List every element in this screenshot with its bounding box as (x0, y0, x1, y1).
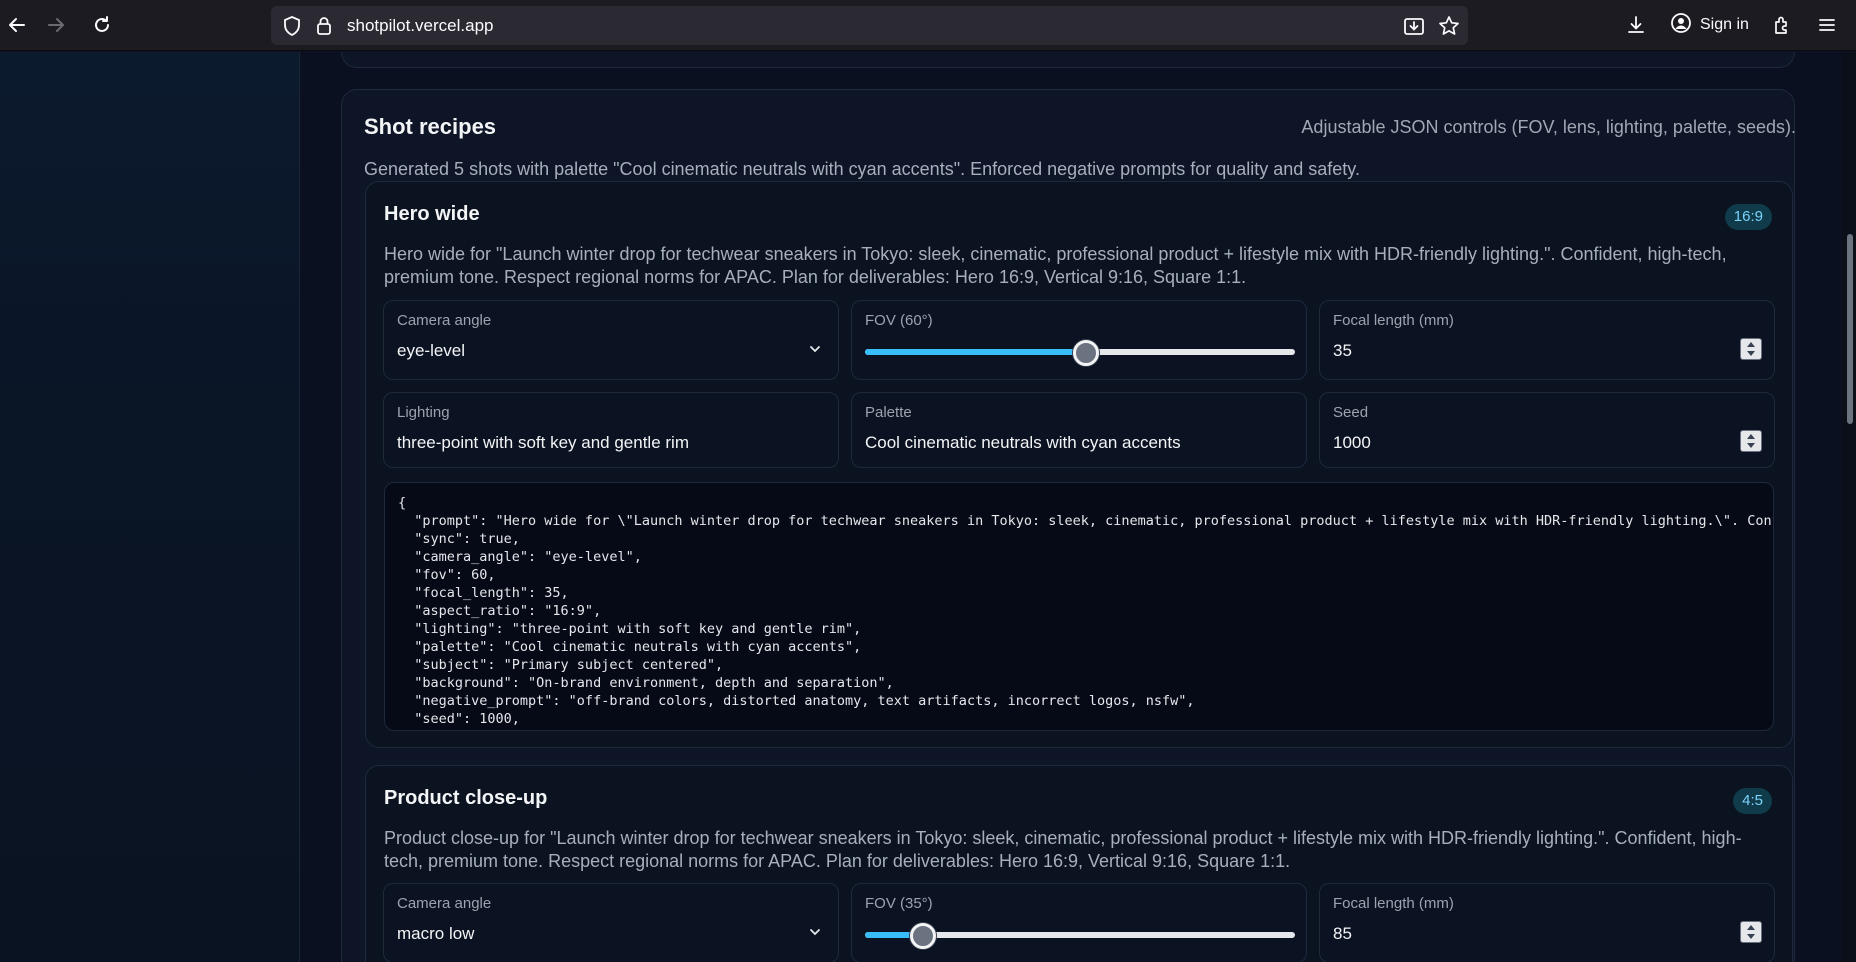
focal-length-label: Focal length (mm) (1333, 312, 1454, 329)
shield-icon[interactable] (279, 13, 305, 39)
extensions-icon[interactable] (1765, 8, 1799, 42)
url-text[interactable]: shotpilot.vercel.app (347, 6, 493, 45)
lighting-value: three-point with soft key and gentle rim (397, 433, 689, 452)
lighting-label: Lighting (397, 404, 450, 421)
back-icon[interactable] (0, 8, 34, 42)
seed-input[interactable]: Seed 1000 (1319, 392, 1775, 468)
sidebar (0, 52, 300, 962)
lighting-field[interactable]: Lighting three-point with soft key and g… (383, 392, 839, 468)
download-icon[interactable] (1619, 8, 1653, 42)
shot-card: Product close-up 4:5 Product close-up fo… (365, 765, 1793, 962)
sign-in-label: Sign in (1700, 16, 1749, 33)
shot-card: Hero wide 16:9 Hero wide for "Launch win… (365, 181, 1793, 748)
save-page-icon[interactable] (1401, 13, 1427, 39)
seed-value: 1000 (1333, 433, 1371, 452)
seed-stepper[interactable] (1740, 430, 1762, 452)
focal-length-stepper[interactable] (1740, 921, 1762, 943)
focal-length-label: Focal length (mm) (1333, 895, 1454, 912)
shot-description: Product close-up for "Launch winter drop… (384, 828, 1742, 871)
star-icon[interactable] (1436, 13, 1462, 39)
shot-description: Hero wide for "Launch winter drop for te… (384, 244, 1727, 287)
json-editor[interactable]: { "prompt": "Hero wide for \"Launch wint… (384, 482, 1774, 731)
chevron-down-icon (810, 929, 820, 936)
focal-length-input[interactable]: Focal length (mm) 35 (1319, 300, 1775, 380)
account-icon (1670, 12, 1692, 39)
palette-label: Palette (865, 404, 912, 421)
fov-slider-fill (865, 349, 1087, 355)
camera-angle-value: eye-level (397, 341, 466, 360)
fov-slider-field: FOV (60°) (851, 300, 1307, 380)
address-bar[interactable]: shotpilot.vercel.app (271, 6, 1468, 45)
aspect-ratio-badge: 4:5 (1733, 788, 1772, 814)
sign-in-button[interactable]: Sign in (1664, 7, 1759, 43)
lock-icon[interactable] (311, 13, 337, 39)
aspect-ratio-badge: 16:9 (1724, 204, 1772, 230)
palette-value: Cool cinematic neutrals with cyan accent… (865, 433, 1181, 452)
reload-icon[interactable] (85, 8, 119, 42)
forward-icon[interactable] (39, 8, 73, 42)
panel-description: Generated 5 shots with palette "Cool cin… (364, 159, 1360, 179)
fov-slider-field: FOV (35°) (851, 883, 1307, 962)
page-scrollbar[interactable] (1842, 52, 1856, 962)
shot-title: Product close-up (384, 787, 548, 809)
menu-icon[interactable] (1810, 8, 1844, 42)
fov-label: FOV (60°) (865, 312, 933, 329)
previous-card-edge (341, 52, 1795, 68)
fov-slider-thumb[interactable] (1073, 340, 1100, 366)
chevron-down-icon (810, 346, 820, 353)
panel-title: Shot recipes (364, 114, 497, 139)
json-text: { "prompt": "Hero wide for \"Launch wint… (398, 495, 1773, 727)
focal-length-input[interactable]: Focal length (mm) 85 (1319, 883, 1775, 962)
seed-label: Seed (1333, 404, 1369, 421)
camera-angle-select[interactable]: Camera angle macro low (383, 883, 839, 962)
palette-field[interactable]: Palette Cool cinematic neutrals with cya… (851, 392, 1307, 468)
camera-angle-label: Camera angle (397, 312, 492, 329)
focal-length-value: 35 (1333, 341, 1352, 360)
fov-label: FOV (35°) (865, 895, 933, 912)
focal-length-stepper[interactable] (1740, 338, 1762, 360)
browser-toolbar: shotpilot.vercel.app Sign in (0, 0, 1856, 51)
fov-slider-thumb[interactable] (910, 923, 937, 949)
camera-angle-label: Camera angle (397, 895, 492, 912)
panel-subtitle: Adjustable JSON controls (FOV, lens, lig… (1301, 117, 1796, 137)
focal-length-value: 85 (1333, 924, 1352, 943)
scrollbar-thumb[interactable] (1847, 234, 1853, 424)
camera-angle-value: macro low (397, 924, 475, 943)
shot-title: Hero wide (384, 203, 480, 225)
camera-angle-select[interactable]: Camera angle eye-level (383, 300, 839, 380)
